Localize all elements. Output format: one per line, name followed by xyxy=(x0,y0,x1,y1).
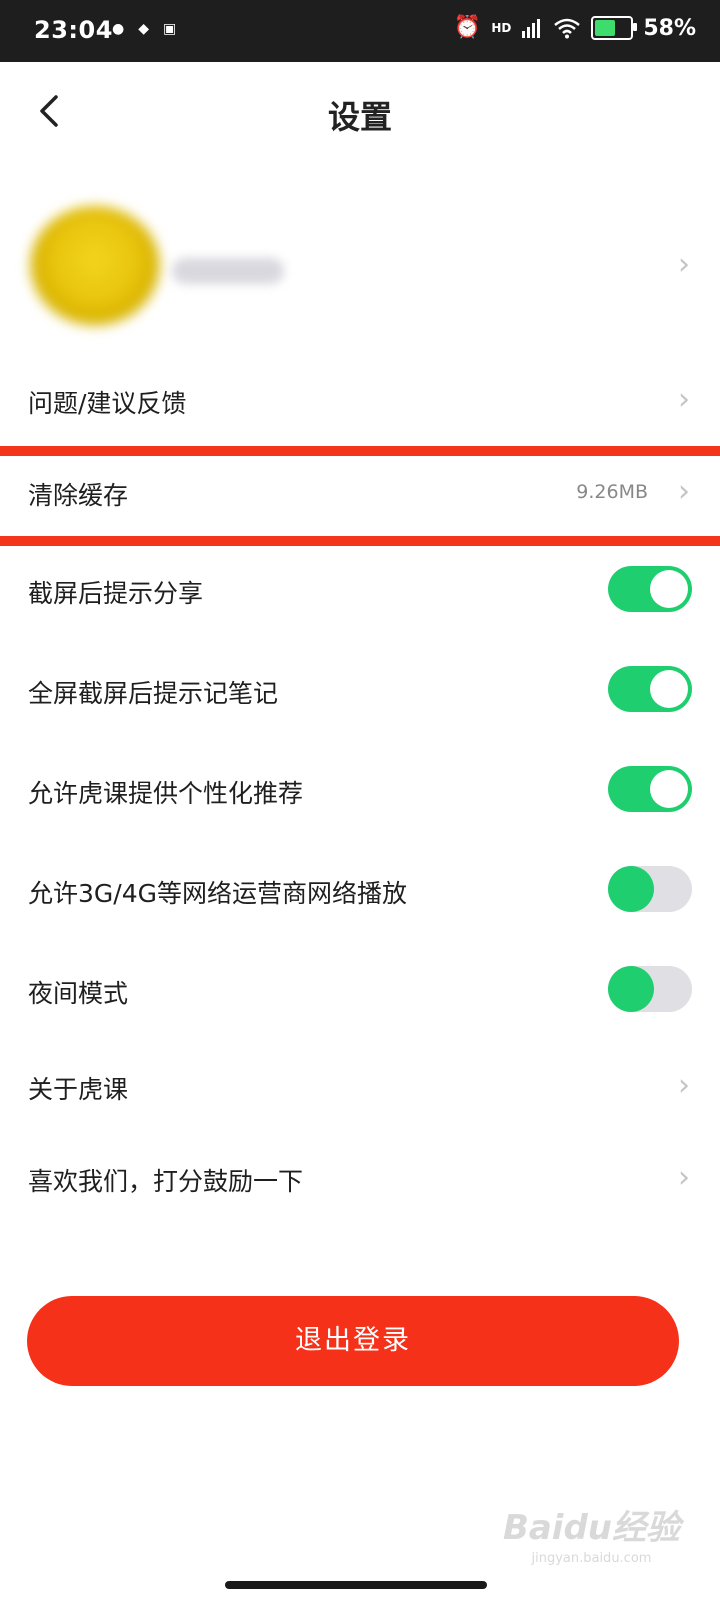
screenshot-share-toggle[interactable] xyxy=(608,566,692,612)
cache-size-value: 9.26MB xyxy=(576,481,648,503)
highlight-border-top xyxy=(0,446,720,456)
page-title: 设置 xyxy=(327,98,392,136)
battery-charging-icon xyxy=(591,16,638,40)
fullscreen-note-toggle[interactable] xyxy=(608,666,692,712)
night-mode-toggle[interactable] xyxy=(608,966,692,1012)
notification-icon: ● xyxy=(112,21,125,37)
status-notification-icons: ● ◆ ▣ xyxy=(112,21,176,37)
personalized-toggle[interactable] xyxy=(608,766,692,812)
status-time: 23:04 xyxy=(34,16,113,44)
clear-cache-row[interactable]: 清除缓存 9.26MB › xyxy=(0,456,720,536)
watermark-sub: jingyan.baidu.com xyxy=(531,1551,652,1566)
fullscreen-note-label: 全屏截屏后提示记笔记 xyxy=(28,679,279,708)
battery-level-fill xyxy=(595,20,616,36)
toggle-knob xyxy=(650,570,688,608)
about-label: 关于虎课 xyxy=(28,1075,129,1104)
shield-icon: ◆ xyxy=(138,21,149,37)
chevron-right-icon: › xyxy=(678,1160,690,1195)
toggle-knob xyxy=(650,770,688,808)
profile-name-redacted xyxy=(172,258,284,284)
status-right-icons: ⏰ HD 58% xyxy=(454,14,696,42)
chevron-right-icon: › xyxy=(678,474,690,509)
mobile-data-toggle[interactable] xyxy=(608,866,692,912)
personalized-row: 允许虎课提供个性化推荐 xyxy=(0,744,720,840)
profile-row[interactable]: › xyxy=(0,190,720,350)
home-indicator[interactable] xyxy=(225,1581,487,1589)
header: 设置 xyxy=(0,62,720,166)
toggle-knob xyxy=(608,866,654,912)
fullscreen-note-row: 全屏截屏后提示记笔记 xyxy=(0,642,720,738)
hd-label: HD xyxy=(491,21,512,35)
wifi-icon xyxy=(554,18,581,39)
battery-percent: 58% xyxy=(643,15,696,41)
baidu-watermark: Baidu经验 jingyan.baidu.com xyxy=(503,1500,680,1566)
highlight-border-bottom xyxy=(0,536,720,546)
screenshot-share-row: 截屏后提示分享 xyxy=(0,546,720,638)
mobile-data-label: 允许3G/4G等网络运营商网络播放 xyxy=(28,879,407,908)
status-bar: 23:04 ● ◆ ▣ ⏰ HD 58% xyxy=(0,0,720,62)
chevron-right-icon: › xyxy=(678,1068,690,1103)
alarm-icon: ⏰ xyxy=(453,15,482,40)
screenshot-share-label: 截屏后提示分享 xyxy=(28,579,204,608)
signal-icon xyxy=(522,19,541,38)
feedback-label: 问题/建议反馈 xyxy=(28,389,187,418)
mobile-data-row: 允许3G/4G等网络运营商网络播放 xyxy=(0,844,720,940)
rate-row[interactable]: 喜欢我们，打分鼓励一下 › xyxy=(0,1136,720,1224)
night-mode-row: 夜间模式 xyxy=(0,946,720,1038)
toggle-knob xyxy=(608,966,654,1012)
chevron-right-icon: › xyxy=(678,382,690,417)
toggle-knob xyxy=(650,670,688,708)
clear-cache-label: 清除缓存 xyxy=(28,481,129,510)
rate-label: 喜欢我们，打分鼓励一下 xyxy=(28,1167,304,1196)
about-row[interactable]: 关于虎课 › xyxy=(0,1044,720,1132)
feedback-row[interactable]: 问题/建议反馈 › xyxy=(0,360,720,444)
night-mode-label: 夜间模式 xyxy=(28,979,129,1008)
chevron-right-icon: › xyxy=(678,247,690,282)
personalized-label: 允许虎课提供个性化推荐 xyxy=(28,779,304,808)
avatar xyxy=(30,206,160,326)
logout-button[interactable]: 退出登录 xyxy=(27,1296,679,1386)
card-icon: ▣ xyxy=(163,21,177,37)
watermark-main: Baidu经验 xyxy=(502,1508,680,1548)
